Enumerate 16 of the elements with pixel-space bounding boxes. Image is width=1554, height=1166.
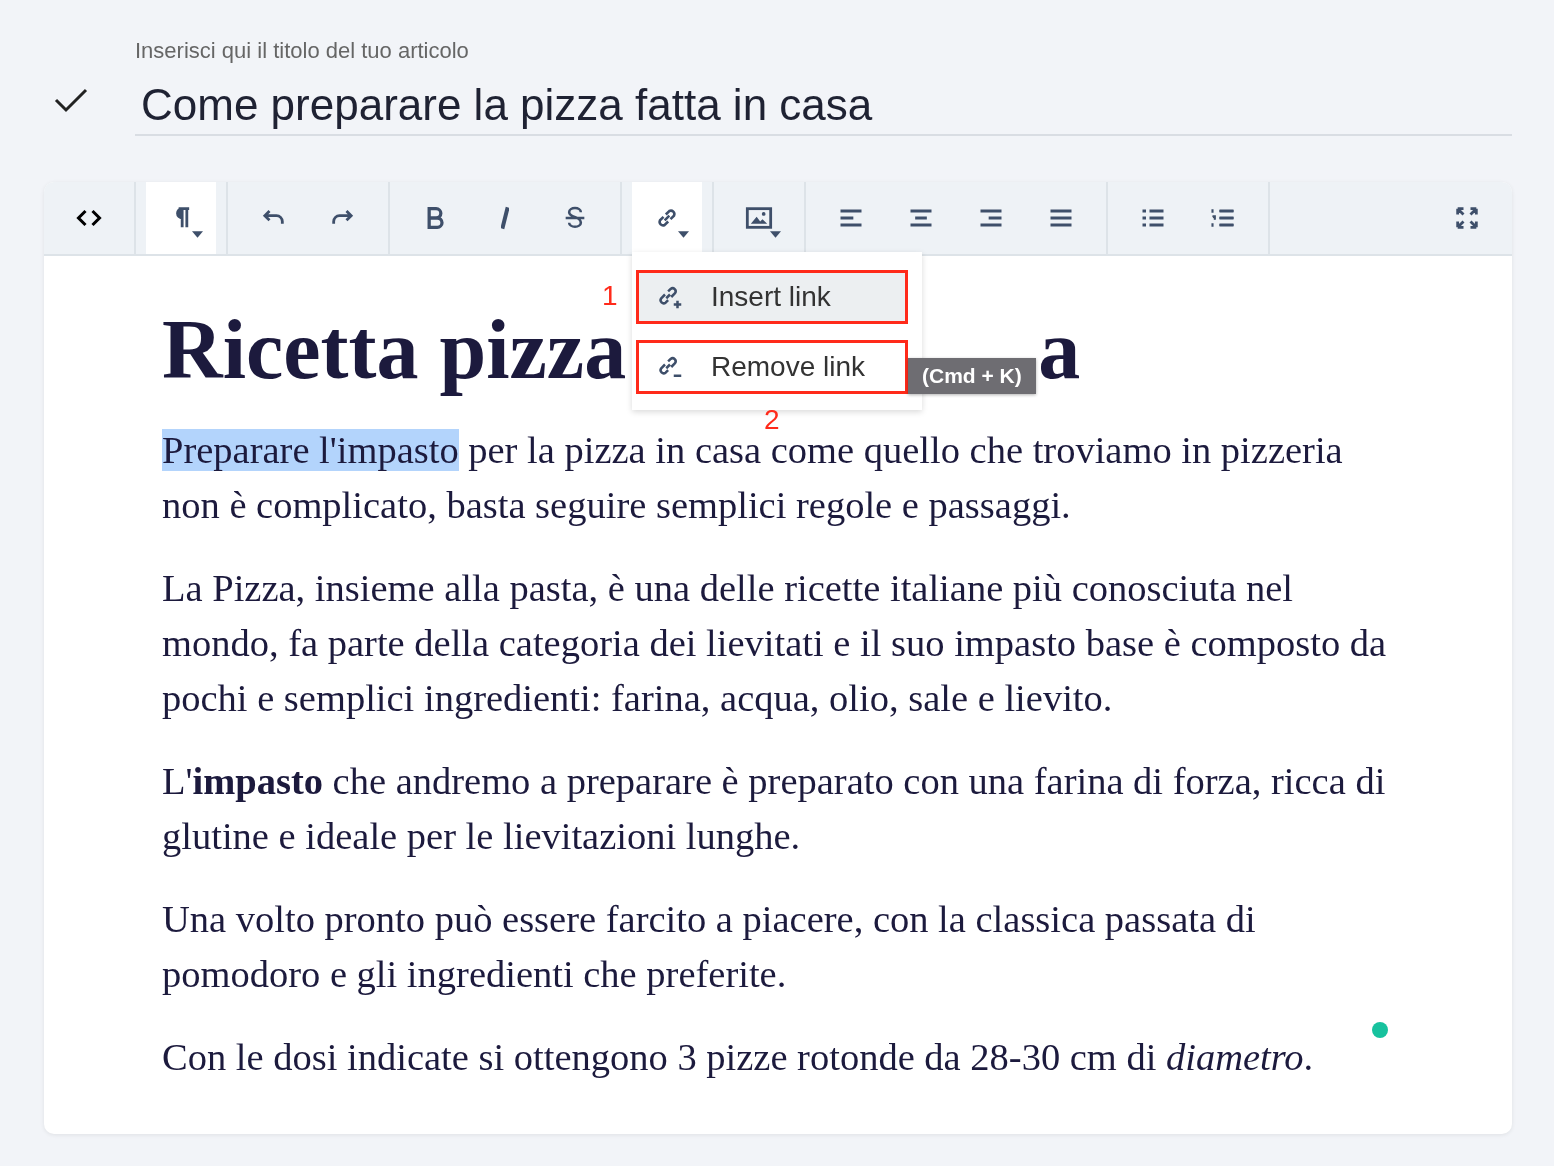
paragraph: Una volto pronto può essere farcito a piacere, con la classica passata di pomodoro e gli ingredienti che preferite.	[162, 896, 1257, 997]
title-field[interactable]: Come preparare la pizza fatta in casa	[135, 64, 1512, 136]
paragraph-button[interactable]	[146, 182, 216, 254]
shortcut-tooltip: (Cmd + K)	[908, 358, 1036, 394]
title-label: Inserisci qui il titolo del tuo articolo	[135, 38, 470, 64]
paragraph: Con le dosi indicate si ottengono 3 pizze rotonde da 28-30 cm di diametro.	[162, 1034, 1315, 1080]
article-heading: a	[1038, 302, 1081, 398]
italic-icon	[501, 206, 509, 230]
image-icon	[745, 204, 773, 232]
paragraph: La Pizza, insieme alla pasta, è una delle ricette italiane più conosciuta nel mondo, fa parte della categoria dei lievitati e il suo impasto base è composto da pochi e semplici ingredienti: farina, acqua, olio, sale e lievito.	[162, 565, 1388, 721]
menu-item[interactable]: Insert link	[636, 270, 908, 324]
link-button[interactable]	[632, 182, 702, 254]
menu-item[interactable]: Remove link	[636, 340, 908, 394]
fullscreen-icon	[1453, 204, 1481, 232]
paragraph: L'impasto che andremo a preparare è preparato con una farina di forza, ricca di glutine e ideale per le lievitazioni lunghe.	[162, 758, 1387, 859]
callout-number: 1	[602, 280, 618, 312]
